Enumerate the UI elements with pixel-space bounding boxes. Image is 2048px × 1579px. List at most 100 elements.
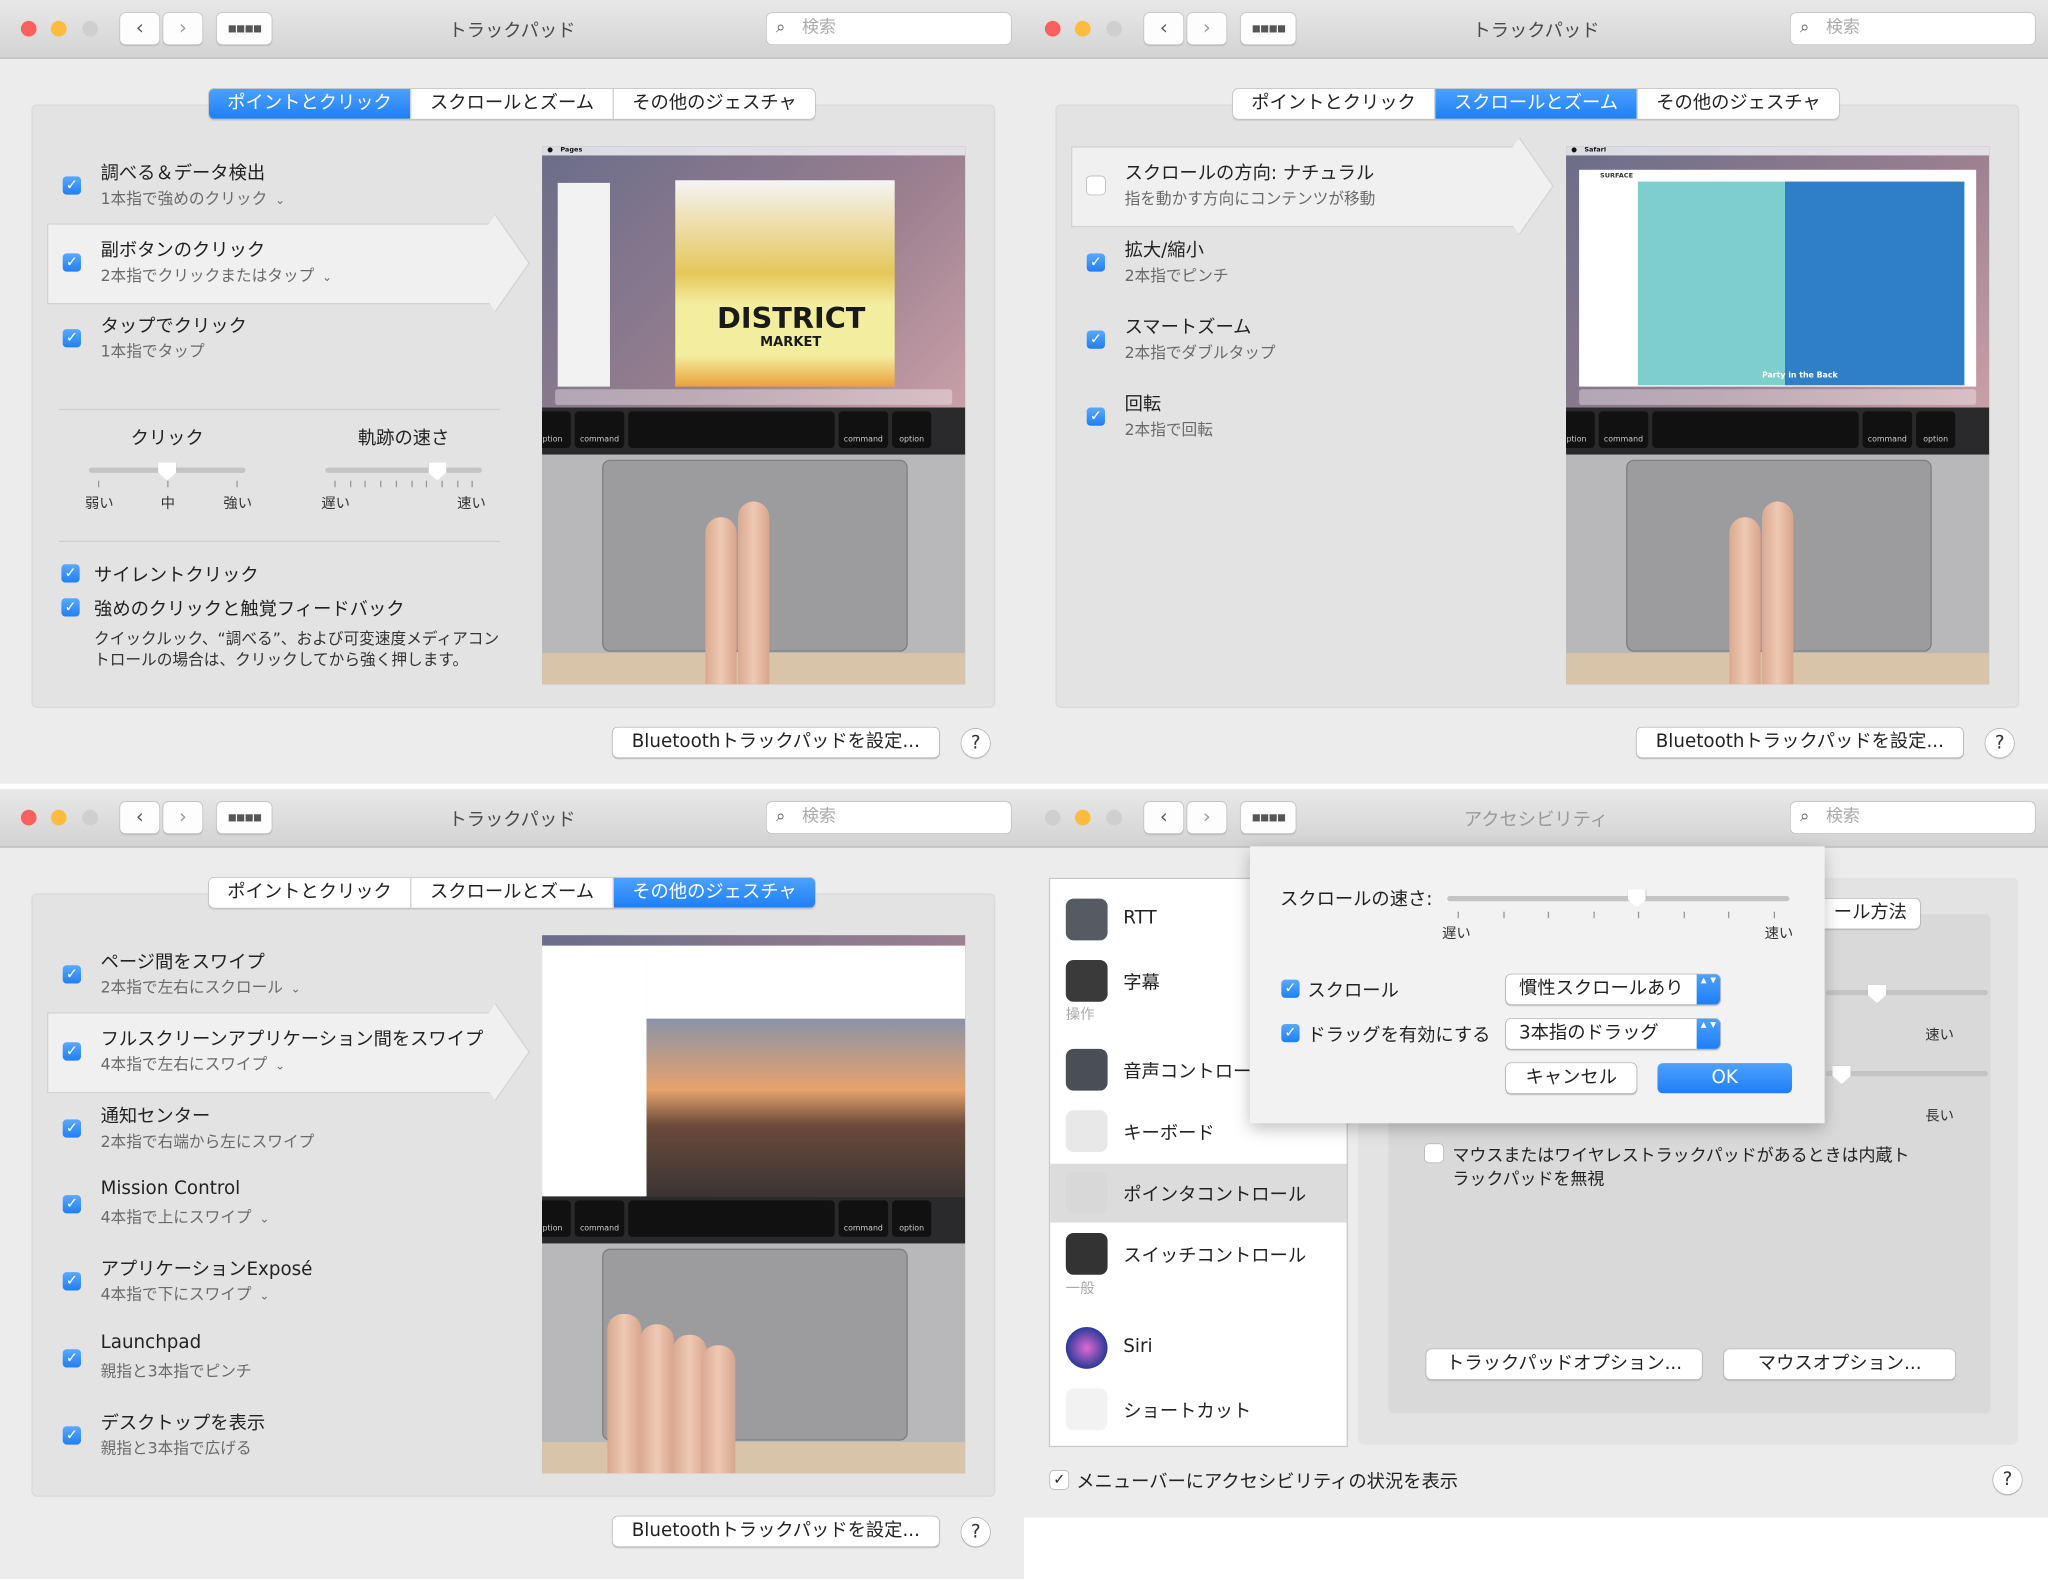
tab-point-click[interactable]: ポイントとクリック [1233, 88, 1436, 119]
help-button[interactable]: ? [1993, 1465, 2022, 1495]
slider-tick [236, 480, 238, 488]
gesture-checkbox[interactable]: ✓ [62, 1118, 81, 1138]
tab-more-gestures[interactable]: その他のジェスチャ [613, 877, 816, 908]
preview-doc-title: DISTRICT [717, 303, 866, 336]
tab-more-gestures[interactable]: その他のジェスチャ [614, 89, 815, 119]
tab-point-click[interactable]: ポイントとクリック [208, 88, 412, 119]
gesture-checkbox[interactable]: ✓ [62, 252, 81, 272]
gesture-item[interactable]: ✓ ページ間をスワイプ 2本指で左右にスクロール ⌄ [0, 935, 522, 1011]
sidebar-item-label: Siri [1123, 1336, 1153, 1358]
key-option-left: ption [1566, 411, 1595, 448]
chevron-down-icon[interactable]: ⌄ [275, 1060, 285, 1073]
bluetooth-setup-button[interactable]: Bluetoothトラックパッドを設定... [612, 727, 940, 758]
help-button[interactable]: ? [1985, 728, 2015, 758]
tracking-min-label: 遅い [321, 495, 351, 512]
tab-scroll-zoom[interactable]: スクロールとズーム [1435, 88, 1638, 119]
gesture-item[interactable]: ✓ 拡大/縮小 2本指でピンチ [1024, 223, 1546, 299]
bg-slider-1[interactable] [1825, 990, 1988, 996]
scroll-speed-thumb[interactable] [1627, 889, 1647, 908]
help-button[interactable]: ? [961, 728, 991, 758]
menubar-status-checkbox[interactable]: ✓ [1050, 1470, 1069, 1489]
sidebar-item-switch-control[interactable]: スイッチコントロール [1050, 1225, 1346, 1284]
trackpad-window-3: ‹ › ▪▪▪▪ トラックパッド ⌕ 検索 ポイントとクリック スクロールとズーム その他のジェ… [0, 788, 1024, 1579]
finger-icon [1729, 517, 1761, 685]
search-field[interactable]: ⌕ 検索 [1790, 801, 2035, 834]
sidebar-item-siri[interactable]: Siri [1050, 1319, 1346, 1378]
force-click-description: クイックルック、“調べる”、および可変速度メディアコン [94, 629, 500, 648]
gesture-item[interactable]: ✓ 通知センター 2本指で右端から左にスワイプ [0, 1089, 522, 1165]
silent-click-checkbox[interactable]: ✓ [61, 564, 80, 583]
help-button[interactable]: ? [961, 1517, 991, 1547]
click-slider-label: クリック [130, 428, 204, 450]
chevron-updown-icon: ▴ ▾ [1696, 974, 1721, 1005]
gesture-item[interactable]: ✓ タップでクリック 1本指でタップ [0, 299, 522, 375]
sidebar-item-label: 音声コントロール [1123, 1061, 1270, 1083]
tab-point-click[interactable]: ポイントとクリック [209, 877, 412, 908]
gesture-description: 4本指で下にスワイプ ⌄ [101, 1283, 270, 1305]
gesture-item[interactable]: ✓ Launchpad 親指と3本指でピンチ [0, 1319, 522, 1395]
scroll-checkbox[interactable]: ✓ [1281, 979, 1300, 998]
finger-icon [639, 1324, 674, 1474]
gesture-item[interactable]: ✓ 調べる＆データ検出 1本指で強めのクリック ⌄ [0, 146, 522, 222]
scroll-speed-slider[interactable] [1447, 895, 1790, 902]
gesture-checkbox[interactable] [1086, 176, 1105, 195]
gesture-item[interactable]: ✓ フルスクリーンアプリケーション間をスワイプ 4本指で左右にスワイプ ⌄ [0, 1012, 522, 1088]
gesture-item[interactable]: ✓ デスクトップを表示 親指と3本指で広げる [0, 1396, 522, 1472]
chevron-down-icon[interactable]: ⌄ [291, 984, 301, 997]
drag-checkbox[interactable]: ✓ [1281, 1023, 1300, 1043]
force-click-description: トロールの場合は、クリックしてから強く押します。 [94, 650, 469, 669]
search-icon: ⌕ [775, 807, 786, 827]
scroll-popup[interactable]: 慣性スクロールあり ▴ ▾ [1505, 974, 1721, 1005]
sidebar-item-shortcut[interactable]: ショートカット [1050, 1381, 1346, 1440]
gesture-checkbox[interactable]: ✓ [62, 965, 81, 984]
sidebar-item-pointer-control[interactable]: ポインタコントロール [1050, 1163, 1347, 1223]
sidebar-item-label: 字幕 [1123, 973, 1160, 994]
force-click-checkbox[interactable]: ✓ [61, 598, 80, 617]
tracking-slider-track[interactable] [325, 467, 482, 473]
chevron-down-icon[interactable]: ⌄ [275, 195, 285, 208]
gesture-checkbox[interactable]: ✓ [62, 1349, 81, 1368]
siri-icon [1065, 1327, 1108, 1369]
gesture-checkbox[interactable]: ✓ [62, 1426, 81, 1445]
gesture-item[interactable]: ✓ アプリケーションExposé 4本指で下にスワイプ ⌄ [0, 1242, 522, 1318]
gesture-label: フルスクリーンアプリケーション間をスワイプ [100, 1028, 484, 1050]
gesture-checkbox[interactable]: ✓ [62, 329, 81, 348]
chevron-down-icon[interactable]: ⌄ [259, 1214, 269, 1227]
gesture-item[interactable]: スクロールの方向: ナチュラル 指を動かす方向にコンテンツが移動 [1024, 146, 1546, 222]
gesture-checkbox[interactable]: ✓ [62, 1195, 81, 1214]
gesture-label: スクロールの方向: ナチュラル [1124, 163, 1375, 185]
key-command-right: command [838, 1200, 889, 1237]
cancel-button[interactable]: キャンセル [1505, 1063, 1637, 1094]
chevron-down-icon[interactable]: ⌄ [322, 271, 332, 284]
chevron-down-icon[interactable]: ⌄ [259, 1291, 269, 1304]
gesture-item[interactable]: ✓ Mission Control 4本指で上にスワイプ ⌄ [0, 1166, 522, 1242]
tab-more-gestures[interactable]: その他のジェスチャ [1638, 89, 1839, 119]
search-field[interactable]: ⌕ 検索 [1790, 13, 2035, 45]
mouse-options-button[interactable]: マウスオプション... [1724, 1349, 1956, 1380]
slider-tick [1773, 911, 1775, 919]
slider-tick [426, 480, 428, 488]
ok-button[interactable]: OK [1657, 1063, 1792, 1094]
gesture-checkbox[interactable]: ✓ [1086, 253, 1105, 272]
search-field[interactable]: ⌕ 検索 [766, 13, 1011, 45]
bluetooth-setup-button[interactable]: Bluetoothトラックパッドを設定... [612, 1516, 940, 1547]
gesture-preview-video: ption command command option [542, 935, 966, 1474]
gesture-item[interactable]: ✓ スマートズーム 2本指でダブルタップ [1024, 300, 1546, 376]
gesture-item[interactable]: ✓ 副ボタンのクリック 2本指でクリックまたはタップ ⌄ [0, 223, 522, 299]
gesture-checkbox[interactable]: ✓ [1086, 330, 1105, 349]
tab-scroll-zoom[interactable]: スクロールとズーム [411, 877, 614, 908]
gesture-item[interactable]: ✓ 回転 2本指で回転 [1024, 377, 1546, 453]
drag-popup[interactable]: 3本指のドラッグ ▴ ▾ [1505, 1018, 1721, 1049]
gesture-description-text: 2本指で回転 [1124, 420, 1213, 439]
gesture-label: Mission Control [100, 1178, 241, 1200]
trackpad-options-button[interactable]: トラックパッドオプション... [1426, 1349, 1702, 1380]
ignore-builtin-trackpad-checkbox[interactable] [1424, 1144, 1444, 1163]
search-field[interactable]: ⌕ 検索 [766, 801, 1011, 834]
gesture-checkbox[interactable]: ✓ [1086, 407, 1105, 426]
trackpad-window-2: ‹ › ▪▪▪▪ トラックパッド ⌕ 検索 ポイントとクリック スクロールとズーム その他のジェ… [1023, 0, 2048, 784]
tab-scroll-zoom[interactable]: スクロールとズーム [411, 88, 614, 119]
gesture-checkbox[interactable]: ✓ [62, 1042, 81, 1061]
gesture-checkbox[interactable]: ✓ [62, 1272, 81, 1291]
bluetooth-setup-button[interactable]: Bluetoothトラックパッドを設定... [1636, 727, 1964, 758]
gesture-checkbox[interactable]: ✓ [62, 176, 81, 195]
